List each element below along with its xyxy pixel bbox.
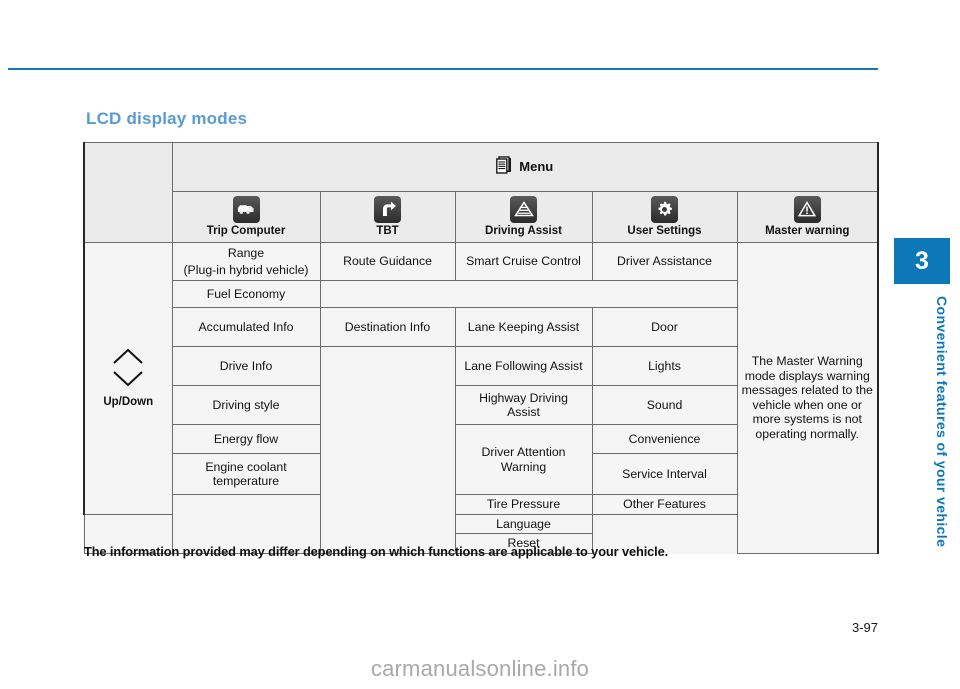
table-icon-header-row: Trip Computer TBT Driving Assist User Se… (84, 191, 879, 243)
cell-drive-info: Drive Info (171, 346, 321, 386)
cell-language: Language (454, 513, 593, 534)
lcd-display-modes-table: Menu Trip Computer TBT Driving Assist Us… (83, 142, 879, 554)
cell-range: Range (171, 242, 321, 262)
turn-by-turn-arrow-icon (374, 195, 401, 223)
page-number: 3-97 (851, 620, 878, 635)
cell-engine-coolant-temperature: Engine coolant temperature (171, 453, 321, 495)
cell-highway-driving-assist: Highway Driving Assist (454, 385, 593, 425)
column-header-master-warning: Master warning (736, 191, 879, 243)
cell-fuel-economy: Fuel Economy (171, 280, 321, 308)
warning-triangle-icon (793, 195, 821, 223)
cell-lane-keeping-assist: Lane Keeping Assist (454, 307, 593, 347)
cell-text-line-1: Highway Driving (479, 390, 568, 405)
cell-tbt-empty (319, 346, 456, 554)
cell-tire-pressure: Tire Pressure (454, 494, 593, 515)
chapter-number-tab: 3 (894, 238, 950, 284)
trip-computer-icon (232, 195, 260, 223)
column-header-user-settings: User Settings (591, 191, 738, 243)
column-header-trip-computer: Trip Computer (171, 191, 321, 243)
cell-driver-attention-warning: Driver Attention Warning (454, 424, 593, 495)
column-header-label: Trip Computer (206, 224, 286, 237)
watermark: carmanualsonline.info (370, 656, 590, 681)
cell-driver-assistance: Driver Assistance (591, 242, 738, 281)
column-header-label: Driving Assist (485, 224, 562, 237)
updown-label: Up/Down (103, 395, 154, 408)
menu-label: Menu (519, 159, 554, 175)
cell-destination-info: Destination Info (319, 307, 456, 347)
cell-text-line-2: temperature (212, 474, 280, 488)
table-menu-header-row: Menu (83, 142, 879, 243)
cell-route-guidance: Route Guidance (319, 242, 456, 281)
page-title: LCD display modes (86, 109, 248, 128)
cell-smart-cruise-control: Smart Cruise Control (454, 242, 593, 281)
cell-master-warning-description: The Master Warning mode displays warning… (736, 242, 879, 554)
column-header-label: Master warning (765, 224, 850, 237)
table-row: Up/Down Range Route Guidance Smart Cruis… (83, 242, 879, 554)
cell-lights: Lights (591, 346, 738, 386)
column-header-label: TBT (376, 224, 399, 237)
cell-accumulated-info: Accumulated Info (171, 307, 321, 347)
column-header-tbt: TBT (319, 191, 456, 243)
documents-stack-icon (496, 156, 513, 179)
cell-text-line-1: Engine coolant (205, 459, 287, 474)
table-caption: The information provided may differ depe… (84, 544, 669, 559)
cell-convenience: Convenience (591, 424, 738, 454)
lane-road-icon (510, 195, 537, 223)
table-corner-cell (83, 142, 173, 243)
updown-control-cell: Up/Down (83, 242, 173, 515)
column-header-driving-assist: Driving Assist (454, 191, 593, 243)
top-divider-rule (8, 68, 878, 70)
cell-range-subtitle: (Plug-in hybrid vehicle) (171, 262, 321, 281)
cell-driving-style: Driving style (171, 385, 321, 425)
cell-sound: Sound (591, 385, 738, 425)
cell-energy-flow: Energy flow (171, 424, 321, 454)
chapter-title-sidebar: Convenient features of your vehicle (934, 296, 950, 548)
chevron-down-icon (112, 370, 144, 392)
cell-other-features: Other Features (591, 494, 738, 515)
chevron-up-icon (112, 347, 144, 369)
menu-header-cell: Menu (171, 142, 879, 192)
cell-door: Door (591, 307, 738, 347)
cell-text-line-1: Driver Attention (481, 445, 566, 459)
cell-text-line-2: Warning (500, 459, 547, 474)
column-header-label: User Settings (627, 224, 702, 237)
gear-icon (651, 195, 678, 223)
cell-lane-following-assist: Lane Following Assist (454, 346, 593, 386)
cell-text-line-2: Assist (507, 405, 540, 419)
cell-service-interval: Service Interval (591, 453, 738, 495)
